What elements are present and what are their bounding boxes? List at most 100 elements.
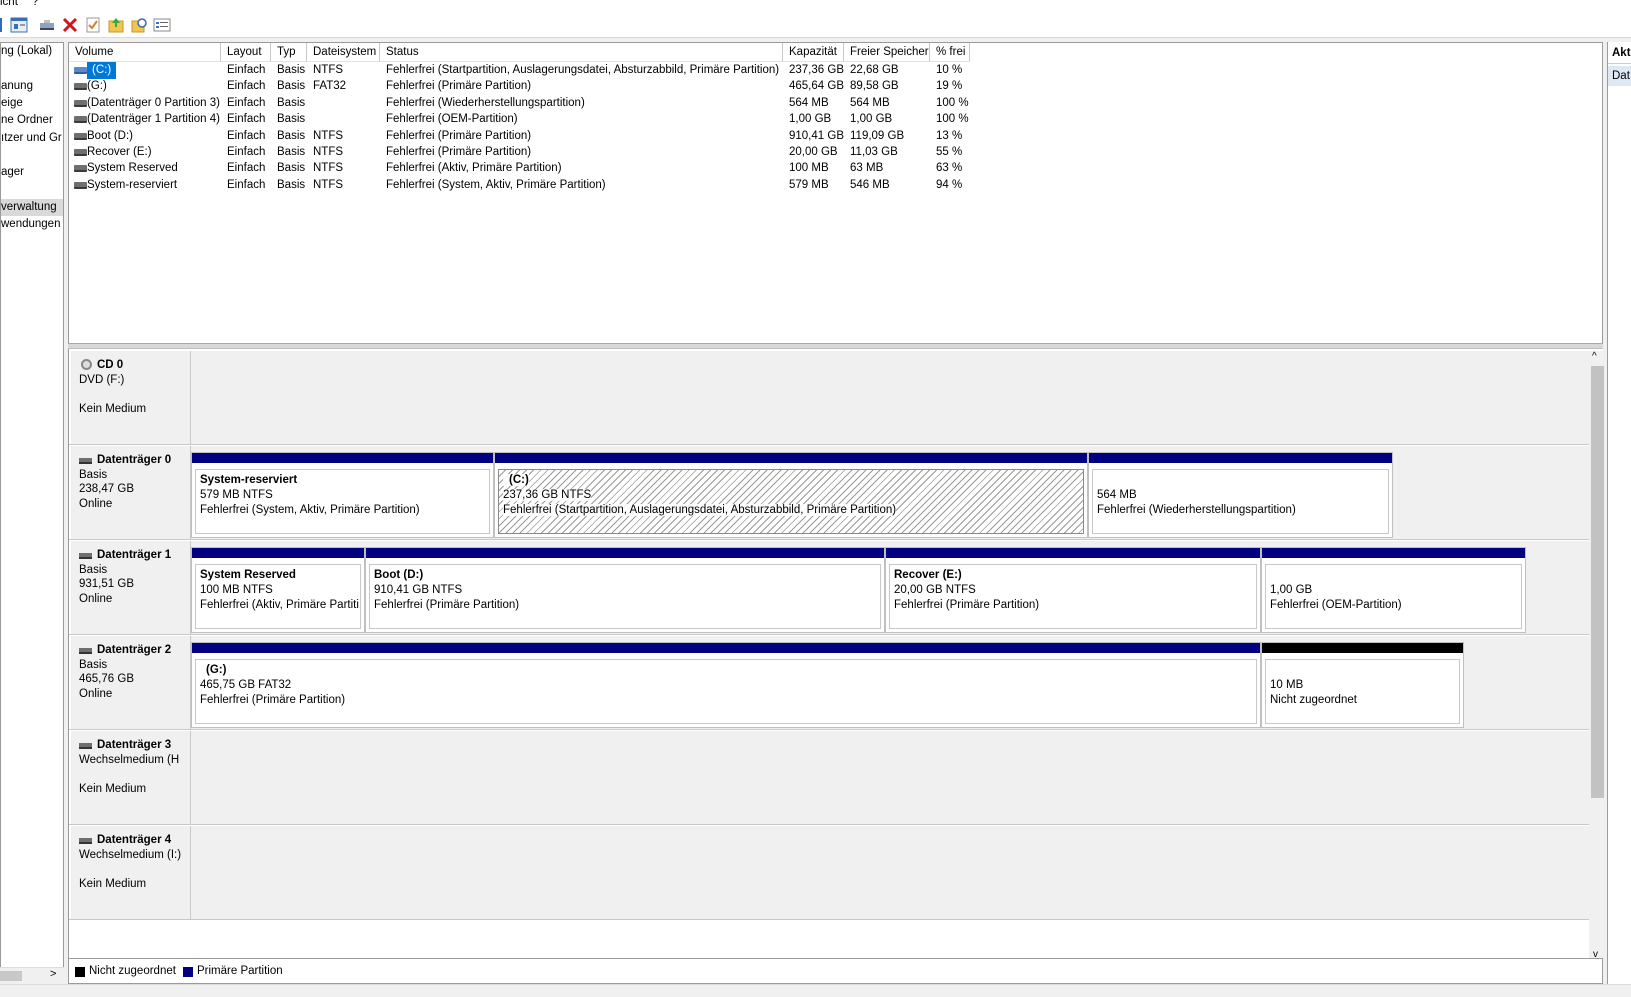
partition-title: System Reserved — [200, 569, 296, 581]
volume-row[interactable]: (Datenträger 1 Partition 4) Einfach Basis F… — [69, 111, 1169, 128]
volume-cell-type: Basis — [277, 129, 306, 142]
partition-title — [1270, 663, 1459, 678]
column-header-prozent-frei[interactable]: % frei — [930, 43, 970, 62]
disk-area-empty[interactable] — [191, 351, 1589, 444]
partition-status-wrap: Fehlerfrei (Startpartition, Auslagerungs… — [503, 503, 1083, 518]
volume-cell-capacity: 579 MB — [789, 178, 829, 191]
disk-size: 465,76 GB — [79, 673, 134, 685]
primary-partition-bar — [1089, 453, 1392, 465]
disk-area: (G:) 465,75 GB FAT32 Fehlerfrei (Primäre… — [191, 636, 1589, 729]
disk-label[interactable]: Datenträger 2 Basis 465,76 GB Online — [71, 636, 191, 729]
column-header-layout[interactable]: Layout — [221, 43, 271, 62]
disk-icon — [79, 458, 92, 464]
scroll-thumb[interactable] — [1591, 366, 1604, 798]
legend-unallocated: Nicht zugeordnet — [89, 965, 176, 977]
properties-icon[interactable] — [0, 16, 4, 34]
volume-cell-layout: Einfach — [227, 178, 266, 191]
partition-oem[interactable]: 1,00 GB Fehlerfrei (OEM-Partition) — [1261, 547, 1526, 633]
open-folder-icon[interactable] — [107, 16, 125, 34]
column-header-freier-speicher[interactable]: Freier Speicher — [844, 43, 930, 62]
volume-cell-name: (Datenträger 0 Partition 3) — [87, 96, 220, 109]
partition-unallocated[interactable]: 10 MB Nicht zugeordnet — [1261, 642, 1464, 728]
volume-cell-status: Fehlerfrei (OEM-Partition) — [386, 113, 518, 126]
volume-cell-type: Basis — [277, 146, 306, 158]
tree-item-geraete-manager[interactable]: ager — [1, 164, 24, 181]
volume-cell-pct: 19 % — [936, 80, 963, 93]
tree-item-datentraegerverwaltung[interactable]: verwaltung — [1, 199, 63, 216]
scroll-right-arrow-icon[interactable]: > — [50, 968, 56, 980]
scroll-up-arrow-icon[interactable]: ^ — [1592, 351, 1597, 362]
partition-recover-e[interactable]: Recover (E:) 20,00 GB NTFS Fehlerfrei (P… — [885, 547, 1261, 633]
tree-item-dienste-und-anwendungen[interactable]: wendungen — [1, 216, 60, 233]
tree-item-freigegebene-ordner[interactable]: ne Ordner — [1, 112, 53, 129]
partition-size: 100 MB NTFS — [200, 584, 273, 596]
partition-status: Fehlerfrei (Aktiv, Primäre Partiti — [200, 599, 359, 611]
actions-title: Akt — [1608, 42, 1631, 64]
column-header-typ[interactable]: Typ — [271, 43, 307, 62]
actions-item-datentraegerverwaltung[interactable]: Dat — [1608, 66, 1631, 86]
disk-area: System-reserviert 579 MB NTFS Fehlerfrei… — [191, 446, 1589, 539]
column-header-dateisystem[interactable]: Dateisystem — [307, 43, 380, 62]
volume-row[interactable]: Recover (E:) Einfach Basis NTFS Fehlerfrei (… — [69, 144, 1169, 161]
properties-list-icon[interactable] — [153, 16, 171, 34]
partition-body: (G:) 465,75 GB FAT32 Fehlerfrei (Primäre… — [195, 659, 1257, 724]
disk-label[interactable]: Datenträger 4 Wechselmedium (I:) Kein Me… — [71, 826, 191, 919]
tree-horizontal-scrollbar[interactable]: > — [0, 967, 64, 984]
volume-cell-capacity: 564 MB — [789, 96, 829, 109]
volume-row[interactable]: Boot (D:) Einfach Basis NTFS Fehlerfrei (Pri… — [69, 128, 1169, 145]
volume-cell-type: Basis — [277, 162, 306, 175]
disk-area-empty[interactable] — [191, 826, 1589, 919]
disk-status: Kein Medium — [79, 403, 147, 415]
volume-cell-capacity: 465,64 GB — [789, 80, 844, 93]
volume-cell-capacity: 100 MB — [789, 162, 829, 175]
partition-size: 1,00 GB — [1270, 584, 1313, 596]
volume-cell-name: (G:) — [87, 80, 107, 93]
volume-row[interactable]: System-reserviert Einfach Basis NTFS Fehlerf… — [69, 177, 1169, 194]
disk-type: DVD (F:) — [79, 374, 125, 386]
menu-item-help[interactable]: ? — [32, 0, 38, 8]
volume-cell-free: 22,68 GB — [850, 64, 899, 76]
tree-item-computerverwaltung[interactable]: ng (Lokal) — [1, 43, 52, 60]
partition-recovery[interactable]: 564 MB Fehlerfrei (Wiederherstellungspar… — [1088, 452, 1393, 538]
disk-name: Datenträger 0 — [97, 454, 172, 466]
disk-name-wrap: CD 0 — [79, 359, 123, 371]
disk-label[interactable]: Datenträger 1 Basis 931,51 GB Online — [71, 541, 191, 634]
partition-size-wrap: 237,36 GB NTFS — [503, 488, 1083, 503]
disk-name-wrap: Datenträger 2 — [79, 644, 171, 656]
tree-scroll-thumb[interactable] — [0, 971, 22, 981]
volume-row[interactable]: (G:) Einfach Basis FAT32 Fehlerfrei (Primäre… — [69, 78, 1169, 95]
help-view-icon[interactable] — [10, 16, 28, 34]
menu-item-view[interactable]: icht — [0, 0, 18, 8]
disk-label[interactable]: Datenträger 3 Wechselmedium (H Kein Medi… — [71, 731, 191, 824]
disk-area-empty[interactable] — [191, 731, 1589, 824]
partition-boot-d[interactable]: Boot (D:) 910,41 GB NTFS Fehlerfrei (Pri… — [365, 547, 885, 633]
partition-g[interactable]: (G:) 465,75 GB FAT32 Fehlerfrei (Primäre… — [191, 642, 1261, 728]
explore-icon[interactable] — [130, 16, 148, 34]
tree-item-aufgabenplanung[interactable]: anung — [1, 78, 33, 95]
partition-title — [1270, 568, 1521, 583]
column-header-status[interactable]: Status — [380, 43, 783, 62]
column-header-volume[interactable]: Volume — [69, 43, 221, 62]
partition-size: 237,36 GB NTFS — [503, 489, 592, 501]
primary-partition-bar — [495, 453, 1087, 465]
volume-cell-capacity: 910,41 GB — [789, 129, 844, 142]
partition-system-reserviert[interactable]: System-reserviert 579 MB NTFS Fehlerfrei… — [191, 452, 494, 538]
column-header-kapazitaet[interactable]: Kapazität — [783, 43, 844, 62]
partition-system-reserved[interactable]: System Reserved 100 MB NTFS Fehlerfrei (… — [191, 547, 365, 633]
disk-row-3: Datenträger 3 Wechselmedium (H Kein Medi… — [69, 729, 1589, 826]
connect-icon[interactable] — [38, 16, 56, 34]
disk-label[interactable]: Datenträger 0 Basis 238,47 GB Online — [71, 446, 191, 539]
tree-item-ereignisanzeige[interactable]: eige — [1, 95, 23, 112]
volume-row[interactable]: (C:) Einfach Basis NTFS Fehlerfrei (Startpar… — [69, 62, 1169, 79]
partition-c[interactable]: (C:) 237,36 GB NTFS Fehlerfrei (Startpar… — [494, 452, 1088, 538]
volume-row[interactable]: System Reserved Einfach Basis NTFS Fehlerfre… — [69, 160, 1169, 177]
tree-item-lokale-benutzer[interactable]: ıtzer und Gr — [1, 130, 62, 147]
check-icon[interactable] — [84, 16, 102, 34]
primary-partition-bar — [192, 643, 1260, 655]
volume-row[interactable]: (Datenträger 0 Partition 3) Einfach Basis F… — [69, 95, 1169, 112]
volume-cell-layout: Einfach — [227, 129, 266, 142]
disk-label[interactable]: CD 0 DVD (F:) Kein Medium — [71, 351, 191, 444]
volume-cell-name: (Datenträger 1 Partition 4) — [87, 113, 220, 126]
delete-icon[interactable] — [61, 16, 79, 34]
volume-cell-name: System Reserved — [87, 162, 178, 175]
